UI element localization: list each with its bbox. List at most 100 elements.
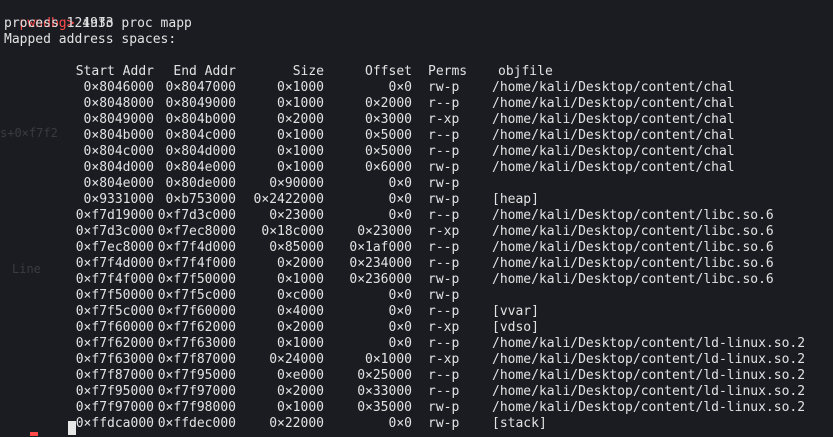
cell-perms: rw-p (428, 160, 460, 175)
cell-offset: 0×1000 (365, 352, 412, 367)
cell-end-addr: 0×f7f5c000 (157, 288, 236, 303)
cell-objfile (486, 288, 818, 304)
cell-offset: 0×3000 (365, 112, 412, 127)
column-header-end-addr: End Addr (173, 64, 236, 79)
command-line: pwndbg> info proc mapp (4, 0, 192, 31)
table-row: 0×f7f97000 0×f7f98000 0×1000 0×35000 rw-p/ho… (64, 400, 818, 416)
cell-perms: r--p (428, 368, 460, 383)
cell-perms: r--p (428, 96, 460, 111)
cell-objfile: /home/kali/Desktop/content/chal (492, 128, 735, 143)
terminal-cursor[interactable] (68, 421, 76, 435)
cell-objfile: /home/kali/Desktop/content/ld-linux.so.2 (492, 368, 806, 383)
cell-objfile: /home/kali/Desktop/content/ld-linux.so.2 (492, 352, 806, 367)
cell-offset: 0×0 (388, 208, 412, 223)
cell-end-addr: 0×f7f60000 (157, 304, 236, 319)
cell-objfile: /home/kali/Desktop/content/ld-linux.so.2 (492, 336, 806, 351)
table-header-row: Start Addr End Addr Size Offset Perms ob… (64, 64, 818, 80)
cell-offset: 0×5000 (365, 128, 412, 143)
table-row: 0×8049000 0×804b000 0×2000 0×3000 r-xp/home/… (64, 112, 818, 128)
cell-perms: rw-p (428, 272, 460, 287)
cell-size: 0×1000 (277, 400, 324, 415)
cell-size: 0×1000 (277, 80, 324, 95)
column-header-start-addr: Start Addr (75, 64, 154, 79)
cell-offset: 0×23000 (357, 224, 412, 239)
cell-objfile: [vdso] (492, 320, 539, 335)
cell-objfile: /home/kali/Desktop/content/ld-linux.so.2 (492, 384, 806, 399)
cell-start-addr: 0×8049000 (83, 112, 154, 127)
cell-start-addr: 0×8048000 (83, 96, 154, 111)
cell-end-addr: 0×b753000 (165, 192, 236, 207)
cell-start-addr: 0×804c000 (83, 144, 154, 159)
cell-start-addr: 0×804e000 (83, 176, 154, 191)
cell-end-addr: 0×8049000 (165, 96, 236, 111)
cell-size: 0×c000 (277, 288, 324, 303)
cell-end-addr: 0×80de000 (165, 176, 236, 191)
column-header-perms: Perms (428, 64, 468, 79)
cell-offset: 0×0 (388, 336, 412, 351)
cell-objfile: /home/kali/Desktop/content/chal (492, 96, 735, 111)
cell-perms: r-xp (428, 320, 460, 335)
cell-size: 0×24000 (269, 352, 324, 367)
cell-objfile: [stack] (492, 416, 547, 431)
cell-offset: 0×0 (388, 320, 412, 335)
table-row: 0×f7f50000 0×f7f5c000 0×c000 0×0 rw-p (64, 288, 818, 304)
cell-start-addr: 0×f7f87000 (75, 368, 154, 383)
cell-start-addr: 0×f7f62000 (75, 336, 154, 351)
cell-start-addr: 0×9331000 (83, 192, 154, 207)
cell-offset: 0×5000 (365, 144, 412, 159)
cell-end-addr: 0×f7d3c000 (157, 208, 236, 223)
cell-offset: 0×0 (388, 80, 412, 95)
cell-offset: 0×35000 (357, 400, 412, 415)
process-line: process 124933 (4, 16, 114, 31)
cell-start-addr: 0×f7f95000 (75, 384, 154, 399)
cell-objfile: /home/kali/Desktop/content/chal (492, 160, 735, 175)
cell-size: 0×1000 (277, 272, 324, 287)
prompt-marker (30, 432, 38, 436)
background-ghost-text: Line (12, 262, 41, 276)
cell-objfile: /home/kali/Desktop/content/libc.so.6 (492, 240, 774, 255)
cell-perms: r--p (428, 144, 460, 159)
cell-offset: 0×234000 (349, 256, 412, 271)
cell-start-addr: 0×f7d3c000 (75, 224, 154, 239)
table-row: 0×804b000 0×804c000 0×1000 0×5000 r--p/home/… (64, 128, 818, 144)
cell-objfile: /home/kali/Desktop/content/libc.so.6 (492, 272, 774, 287)
cell-perms: rw-p (428, 176, 460, 191)
table-row: 0×f7f60000 0×f7f62000 0×2000 0×0 r-xp [vdso] (64, 320, 818, 336)
cell-perms: rw-p (428, 400, 460, 415)
cell-start-addr: 0×f7f63000 (75, 352, 154, 367)
cell-size: 0×2422000 (253, 192, 324, 207)
cell-size: 0×23000 (269, 208, 324, 223)
cell-size: 0×1000 (277, 128, 324, 143)
cell-end-addr: 0×f7f62000 (157, 320, 236, 335)
table-row: 0×804c000 0×804d000 0×1000 0×5000 r--p/home/… (64, 144, 818, 160)
cell-end-addr: 0×8047000 (165, 80, 236, 95)
cell-perms: rw-p (428, 288, 460, 303)
cell-start-addr: 0×804d000 (83, 160, 154, 175)
cell-start-addr: 0×f7d19000 (75, 208, 154, 223)
mapped-header-line: Mapped address spaces: (4, 32, 177, 47)
cell-start-addr: 0×f7ec8000 (75, 240, 154, 255)
table-row: 0×8048000 0×8049000 0×1000 0×2000 r--p/home/… (64, 96, 818, 112)
cell-perms: r-xp (428, 112, 460, 127)
cell-offset: 0×0 (388, 192, 412, 207)
cell-size: 0×2000 (277, 112, 324, 127)
cell-objfile: /home/kali/Desktop/content/libc.so.6 (492, 256, 774, 271)
table-row: 0×8046000 0×8047000 0×1000 0×0 rw-p/home/kal… (64, 80, 818, 96)
cell-objfile: /home/kali/Desktop/content/ld-linux.so.2 (492, 400, 806, 415)
cell-size: 0×4000 (277, 304, 324, 319)
cell-objfile: [heap] (492, 192, 539, 207)
cell-end-addr: 0×f7f50000 (157, 272, 236, 287)
cell-start-addr: 0×f7f50000 (75, 288, 154, 303)
cell-perms: r--p (428, 336, 460, 351)
cell-perms: r--p (428, 384, 460, 399)
cell-offset: 0×1af000 (349, 240, 412, 255)
cell-start-addr: 0×ffdca000 (75, 416, 154, 431)
cell-objfile: /home/kali/Desktop/content/libc.so.6 (492, 208, 774, 223)
cell-end-addr: 0×f7f87000 (157, 352, 236, 367)
cell-size: 0×90000 (269, 176, 324, 191)
cell-perms: r-xp (428, 352, 460, 367)
table-row: 0×f7d19000 0×f7d3c000 0×23000 0×0 r--p/home/… (64, 208, 818, 224)
cell-offset: 0×0 (388, 304, 412, 319)
cell-perms: r--p (428, 256, 460, 271)
table-row: 0×f7f87000 0×f7f95000 0×e000 0×25000 r--p/ho… (64, 368, 818, 384)
